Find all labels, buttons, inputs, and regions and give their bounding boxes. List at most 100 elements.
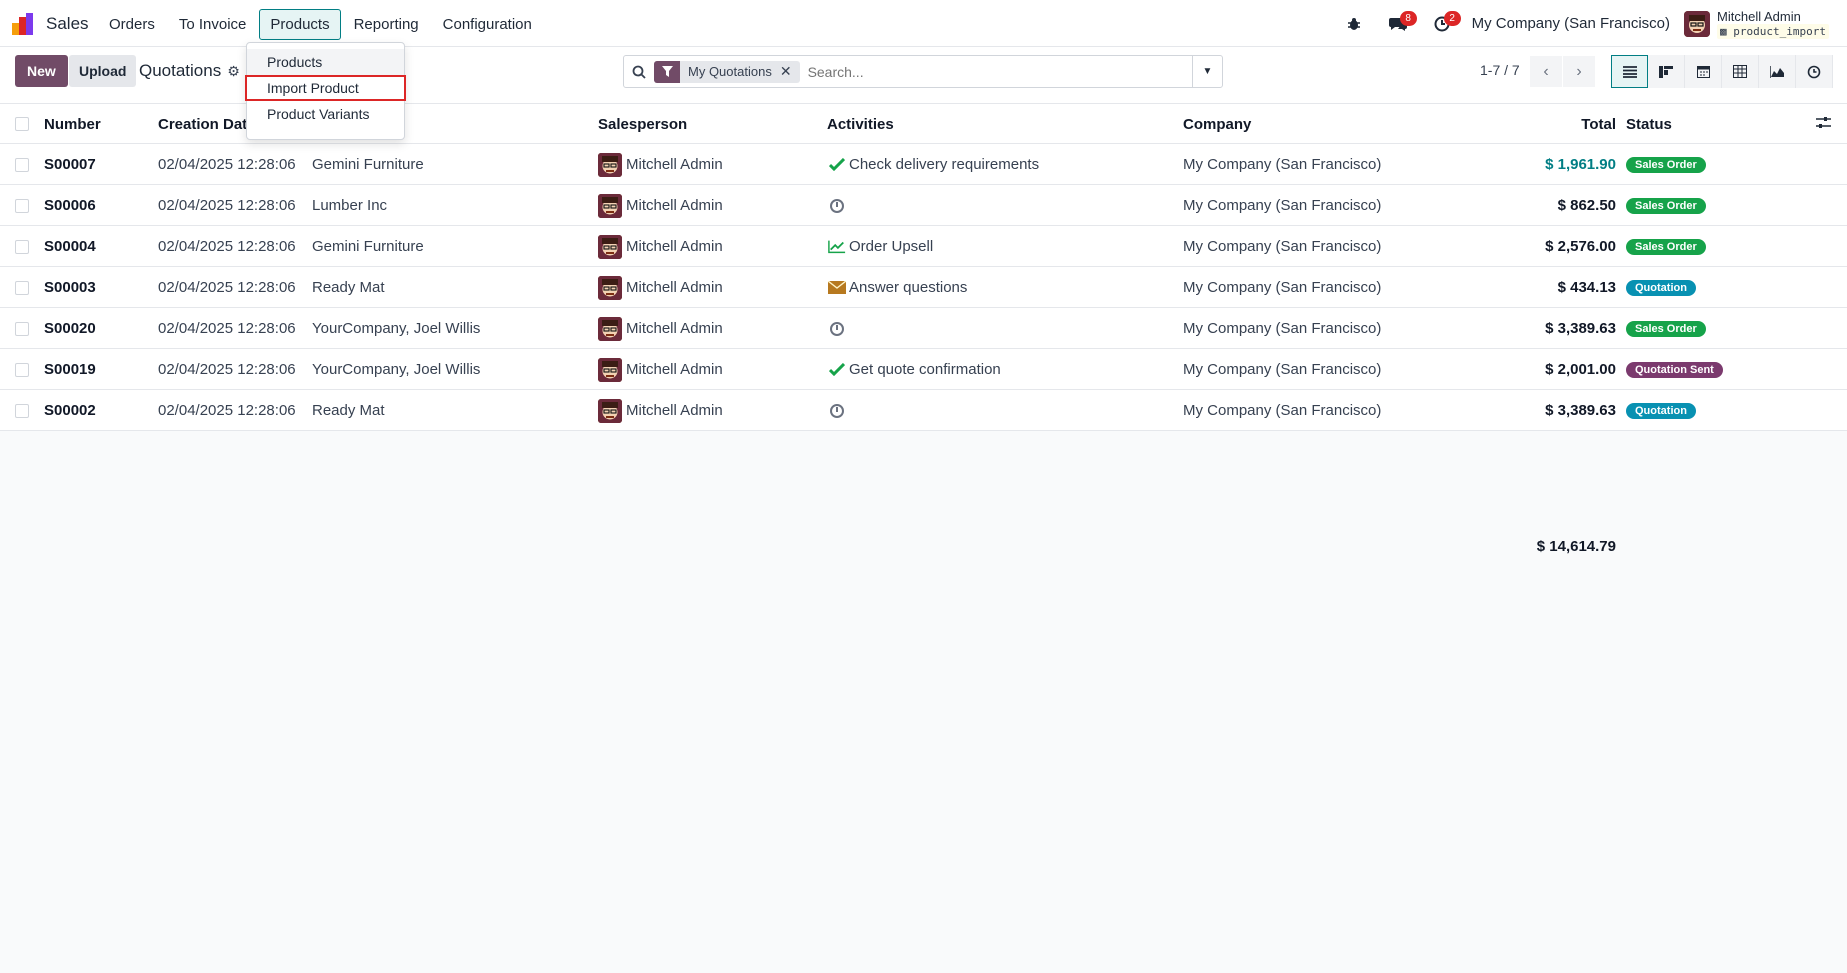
app-brand[interactable]: Sales xyxy=(46,14,89,34)
column-number[interactable]: Number xyxy=(44,104,101,144)
creation-date: 02/04/2025 12:28:06 xyxy=(158,279,296,296)
avatar xyxy=(598,152,622,177)
main-menu: Orders To Invoice Products Reporting Con… xyxy=(98,8,545,40)
menu-reporting[interactable]: Reporting xyxy=(343,9,430,40)
order-number: S00002 xyxy=(44,402,96,419)
envelope-icon[interactable] xyxy=(828,281,846,294)
search-input[interactable] xyxy=(803,63,1192,80)
creation-date: 02/04/2025 12:28:06 xyxy=(158,197,296,214)
dropdown-item-product-variants[interactable]: Product Variants xyxy=(247,101,404,127)
user-menu[interactable]: Mitchell Admin ▩ product_import xyxy=(1684,9,1847,39)
messaging-icon[interactable]: 8 xyxy=(1376,0,1420,47)
list-view-icon[interactable] xyxy=(1611,55,1648,88)
column-company[interactable]: Company xyxy=(1183,104,1251,144)
pager-next-chevron-right-icon[interactable]: › xyxy=(1563,56,1595,87)
avatar xyxy=(598,234,622,259)
search-icon[interactable] xyxy=(624,65,654,79)
page-title: Quotations xyxy=(139,61,222,80)
company: My Company (San Francisco) xyxy=(1183,361,1382,378)
order-total: $ 3,389.63 xyxy=(1545,402,1616,419)
facet-label: My Quotations xyxy=(688,64,772,79)
customer: Gemini Furniture xyxy=(312,156,424,173)
activities-count-badge: 2 xyxy=(1443,11,1461,26)
activity-summary: Answer questions xyxy=(849,279,968,296)
column-activities[interactable]: Activities xyxy=(827,104,894,144)
pivot-view-icon[interactable] xyxy=(1722,55,1759,88)
status-badge: Sales Order xyxy=(1626,156,1706,173)
pager-value[interactable]: 1-7 / 7 xyxy=(1480,62,1520,78)
new-button[interactable]: New xyxy=(15,55,68,87)
debug-bug-icon[interactable] xyxy=(1332,0,1376,47)
top-navbar: Sales Orders To Invoice Products Reporti… xyxy=(0,0,1847,47)
customer: Gemini Furniture xyxy=(312,238,424,255)
table-row[interactable]: S00002 02/04/2025 12:28:06 Ready Mat Mitche… xyxy=(0,390,1847,431)
salesperson: Mitchell Admin xyxy=(598,267,723,308)
table-row[interactable]: S00006 02/04/2025 12:28:06 Lumber Inc Mitch… xyxy=(0,185,1847,226)
dropdown-item-import-product[interactable]: Import Product xyxy=(245,75,406,101)
pager-previous-chevron-left-icon[interactable]: ‹ xyxy=(1530,56,1562,87)
salesperson: Mitchell Admin xyxy=(598,185,723,226)
activity[interactable] xyxy=(828,185,849,226)
order-number: S00003 xyxy=(44,279,96,296)
salesperson: Mitchell Admin xyxy=(598,349,723,390)
table-row[interactable]: S00003 02/04/2025 12:28:06 Ready Mat Mitche… xyxy=(0,267,1847,308)
table-row[interactable]: S00019 02/04/2025 12:28:06 YourCompany, Jo… xyxy=(0,349,1847,390)
order-total: $ 434.13 xyxy=(1557,279,1616,296)
table-row[interactable]: S00020 02/04/2025 12:28:06 YourCompany, Jo… xyxy=(0,308,1847,349)
row-checkbox[interactable] xyxy=(15,349,29,390)
row-checkbox[interactable] xyxy=(15,185,29,226)
check-icon[interactable] xyxy=(828,158,846,171)
activity-view-clock-icon[interactable] xyxy=(1796,55,1833,88)
upload-button[interactable]: Upload xyxy=(69,55,137,87)
dropdown-item-products[interactable]: Products xyxy=(247,49,404,75)
search-options-chevron-down-icon[interactable]: ▼ xyxy=(1192,56,1222,87)
company: My Company (San Francisco) xyxy=(1183,320,1382,337)
facet-remove-close-icon[interactable]: ✕ xyxy=(780,63,800,80)
menu-products[interactable]: Products xyxy=(259,8,341,40)
clock-icon[interactable] xyxy=(828,403,846,418)
messages-count-badge: 8 xyxy=(1399,11,1417,26)
activity[interactable]: Get quote confirmation xyxy=(828,349,1001,390)
status-badge: Quotation xyxy=(1626,279,1696,296)
company-switcher[interactable]: My Company (San Francisco) xyxy=(1464,15,1684,32)
select-all-checkbox[interactable] xyxy=(15,104,29,144)
row-checkbox[interactable] xyxy=(15,308,29,349)
column-total[interactable]: Total xyxy=(1500,104,1616,144)
sales-app-logo-icon[interactable] xyxy=(12,13,36,35)
row-checkbox[interactable] xyxy=(15,267,29,308)
row-checkbox[interactable] xyxy=(15,226,29,267)
activity[interactable]: Check delivery requirements xyxy=(828,144,1039,185)
menu-configuration[interactable]: Configuration xyxy=(432,9,543,40)
row-checkbox[interactable] xyxy=(15,390,29,431)
column-salesperson[interactable]: Salesperson xyxy=(598,104,687,144)
calendar-view-icon[interactable] xyxy=(1685,55,1722,88)
salesperson-name: Mitchell Admin xyxy=(626,402,723,419)
activity[interactable]: Answer questions xyxy=(828,267,967,308)
customer: YourCompany, Joel Willis xyxy=(312,320,481,337)
customer: YourCompany, Joel Willis xyxy=(312,361,481,378)
optional-columns-sliders-icon[interactable] xyxy=(1816,116,1831,133)
activity[interactable]: Order Upsell xyxy=(828,226,933,267)
creation-date: 02/04/2025 12:28:06 xyxy=(158,320,296,337)
clock-icon[interactable] xyxy=(828,198,846,213)
creation-date: 02/04/2025 12:28:06 xyxy=(158,402,296,419)
column-status[interactable]: Status xyxy=(1626,104,1672,144)
row-checkbox[interactable] xyxy=(15,144,29,185)
column-creation-date[interactable]: Creation Date xyxy=(158,104,256,144)
table-row[interactable]: S00004 02/04/2025 12:28:06 Gemini Furnitur… xyxy=(0,226,1847,267)
chart-line-icon[interactable] xyxy=(828,239,846,254)
order-total: $ 862.50 xyxy=(1557,197,1616,214)
graph-view-icon[interactable] xyxy=(1759,55,1796,88)
check-icon[interactable] xyxy=(828,363,846,376)
activity[interactable] xyxy=(828,308,849,349)
activity[interactable] xyxy=(828,390,849,431)
kanban-view-icon[interactable] xyxy=(1648,55,1685,88)
order-total: $ 3,389.63 xyxy=(1545,320,1616,337)
table-row[interactable]: S00007 02/04/2025 12:28:06 Gemini Furnitur… xyxy=(0,144,1847,185)
gear-icon[interactable]: ⚙ xyxy=(227,63,240,80)
clock-icon[interactable] xyxy=(828,321,846,336)
menu-orders[interactable]: Orders xyxy=(98,9,166,40)
user-avatar xyxy=(1684,10,1711,37)
activity-clock-icon[interactable]: 2 xyxy=(1420,0,1464,47)
menu-to-invoice[interactable]: To Invoice xyxy=(168,9,258,40)
